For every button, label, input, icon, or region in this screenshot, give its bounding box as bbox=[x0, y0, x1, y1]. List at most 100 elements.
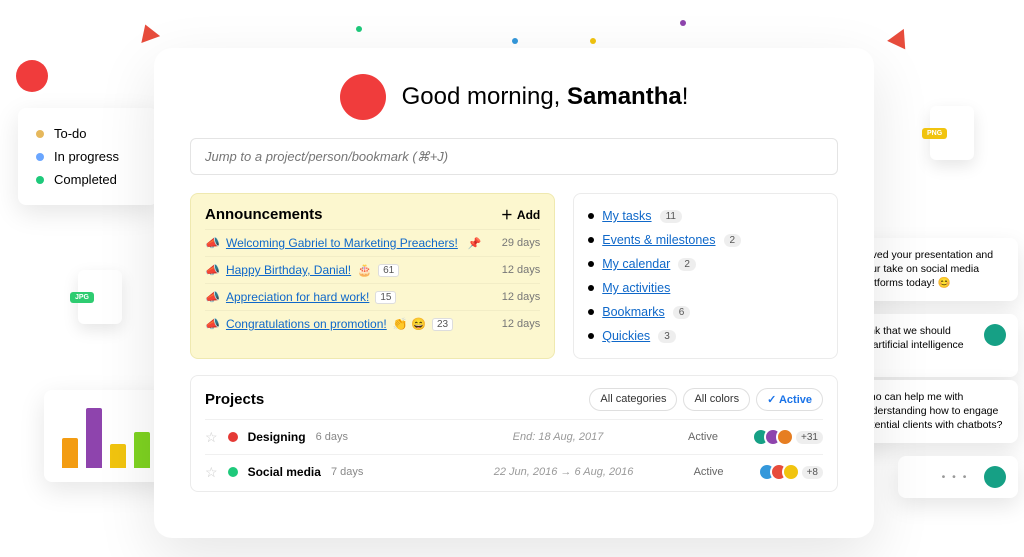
quicklink-row[interactable]: My activities bbox=[588, 276, 823, 300]
project-name[interactable]: Designing bbox=[248, 430, 306, 444]
reaction-count: 61 bbox=[378, 264, 399, 277]
announcement-row[interactable]: 📣 Congratulations on promotion! 👏 😄 23 1… bbox=[205, 310, 540, 337]
reaction-count: 15 bbox=[375, 291, 396, 304]
legend-label: In progress bbox=[54, 149, 119, 164]
pin-icon: 📌 bbox=[468, 237, 482, 250]
bullet-icon bbox=[588, 261, 594, 267]
confetti-dot bbox=[590, 38, 596, 44]
confetti-triangle bbox=[887, 25, 913, 50]
announcement-emoji: 🎂 bbox=[357, 263, 372, 277]
quicklink-label[interactable]: Bookmarks bbox=[602, 305, 665, 319]
quicklink-row[interactable]: My tasks 11 bbox=[588, 204, 823, 228]
project-age: 6 days bbox=[316, 431, 348, 443]
project-status: Active bbox=[688, 431, 748, 443]
bar bbox=[86, 408, 102, 468]
bar bbox=[62, 438, 78, 468]
legend-dot-icon bbox=[36, 130, 44, 138]
quicklink-label[interactable]: My calendar bbox=[602, 257, 670, 271]
legend-row: Completed bbox=[36, 168, 140, 191]
filter-colors[interactable]: All colors bbox=[683, 388, 750, 411]
project-members[interactable]: +31 bbox=[758, 428, 823, 446]
quicklink-row[interactable]: My calendar 2 bbox=[588, 252, 823, 276]
app-frame: Good morning, Samantha! Announcements ＋ … bbox=[154, 48, 874, 538]
project-status: Active bbox=[694, 466, 754, 478]
bullet-icon bbox=[588, 333, 594, 339]
chat-text: Loved your presentation and your take on… bbox=[860, 248, 1006, 291]
project-row[interactable]: ☆ Social media 7 days 22 Jun, 2016 → 6 A… bbox=[205, 454, 823, 489]
quicklink-label[interactable]: My tasks bbox=[602, 209, 651, 223]
megaphone-icon: 📣 bbox=[205, 317, 220, 331]
quicklink-label[interactable]: Quickies bbox=[602, 329, 650, 343]
quicklinks-panel: My tasks 11 Events & milestones 2 My cal… bbox=[573, 193, 838, 359]
project-row[interactable]: ☆ Designing 6 days End: 18 Aug, 2017 Act… bbox=[205, 419, 823, 454]
filter-active[interactable]: Active bbox=[756, 388, 823, 411]
quicklink-count: 2 bbox=[724, 234, 742, 247]
project-members[interactable]: +8 bbox=[764, 463, 823, 481]
legend-dot-icon bbox=[36, 176, 44, 184]
project-name[interactable]: Social media bbox=[248, 465, 321, 479]
announcement-time: 12 days bbox=[502, 318, 541, 330]
star-icon[interactable]: ☆ bbox=[205, 464, 218, 481]
chat-text: Who can help me with understanding how t… bbox=[860, 390, 1006, 433]
quicklink-label[interactable]: Events & milestones bbox=[602, 233, 715, 247]
announcement-time: 29 days bbox=[502, 237, 541, 249]
project-age: 7 days bbox=[331, 466, 363, 478]
megaphone-icon: 📣 bbox=[205, 236, 220, 250]
quicklink-count: 6 bbox=[673, 306, 691, 319]
announcement-row[interactable]: 📣 Appreciation for hard work! 15 12 days bbox=[205, 283, 540, 310]
legend-label: To-do bbox=[54, 126, 87, 141]
bar bbox=[134, 432, 150, 468]
greeting: Good morning, Samantha! bbox=[402, 83, 689, 111]
bar bbox=[110, 444, 126, 468]
announcement-row[interactable]: 📣 Welcoming Gabriel to Marketing Preache… bbox=[205, 229, 540, 256]
greeting-name: Samantha bbox=[567, 83, 682, 110]
header: Good morning, Samantha! bbox=[190, 74, 838, 120]
bullet-icon bbox=[588, 213, 594, 219]
megaphone-icon: 📣 bbox=[205, 263, 220, 277]
confetti-dot bbox=[512, 38, 518, 44]
announcements-panel: Announcements ＋ Add 📣 Welcoming Gabriel … bbox=[190, 193, 555, 359]
quicklink-row[interactable]: Quickies 3 bbox=[588, 324, 823, 348]
avatar bbox=[984, 324, 1006, 346]
star-icon[interactable]: ☆ bbox=[205, 429, 218, 446]
user-avatar[interactable] bbox=[340, 74, 386, 120]
project-filters: All categories All colors Active bbox=[589, 388, 823, 411]
filter-categories[interactable]: All categories bbox=[589, 388, 677, 411]
announcement-row[interactable]: 📣 Happy Birthday, Danial! 🎂 61 12 days bbox=[205, 256, 540, 283]
quicklink-label[interactable]: My activities bbox=[602, 281, 670, 295]
project-color-icon bbox=[228, 432, 238, 442]
confetti-triangle bbox=[136, 21, 160, 43]
floating-avatar bbox=[16, 60, 48, 92]
chat-bubble-typing: • • • bbox=[898, 456, 1018, 498]
announcement-link[interactable]: Happy Birthday, Danial! bbox=[226, 263, 351, 277]
file-ext-badge: PNG bbox=[922, 128, 947, 139]
member-overflow: +31 bbox=[796, 431, 823, 444]
project-dates: End: 18 Aug, 2017 bbox=[478, 431, 638, 443]
quicklink-count: 11 bbox=[660, 210, 682, 223]
avatar bbox=[984, 466, 1006, 488]
announcement-emoji: 👏 😄 bbox=[393, 317, 426, 331]
quicklink-row[interactable]: Bookmarks 6 bbox=[588, 300, 823, 324]
quicklink-row[interactable]: Events & milestones 2 bbox=[588, 228, 823, 252]
plus-icon: ＋ bbox=[501, 206, 513, 223]
file-chip-jpg: JPG bbox=[78, 270, 122, 324]
announcements-title: Announcements bbox=[205, 206, 323, 223]
file-ext-badge: JPG bbox=[70, 292, 94, 303]
confetti-dot bbox=[356, 26, 362, 32]
greeting-suffix: ! bbox=[682, 83, 689, 110]
add-announcement-button[interactable]: ＋ Add bbox=[501, 206, 540, 223]
megaphone-icon: 📣 bbox=[205, 290, 220, 304]
announcement-link[interactable]: Welcoming Gabriel to Marketing Preachers… bbox=[226, 236, 458, 250]
project-dates: 22 Jun, 2016 → 6 Aug, 2016 bbox=[484, 466, 644, 478]
greeting-prefix: Good morning, bbox=[402, 83, 567, 110]
announcement-link[interactable]: Appreciation for hard work! bbox=[226, 290, 369, 304]
avatar bbox=[776, 428, 794, 446]
member-overflow: +8 bbox=[802, 466, 823, 479]
announcement-link[interactable]: Congratulations on promotion! bbox=[226, 317, 387, 331]
legend-label: Completed bbox=[54, 172, 117, 187]
bullet-icon bbox=[588, 237, 594, 243]
legend-row: In progress bbox=[36, 145, 140, 168]
file-chip-png: PNG bbox=[930, 106, 974, 160]
search-input[interactable] bbox=[190, 138, 838, 175]
typing-indicator-icon: • • • bbox=[934, 470, 976, 484]
